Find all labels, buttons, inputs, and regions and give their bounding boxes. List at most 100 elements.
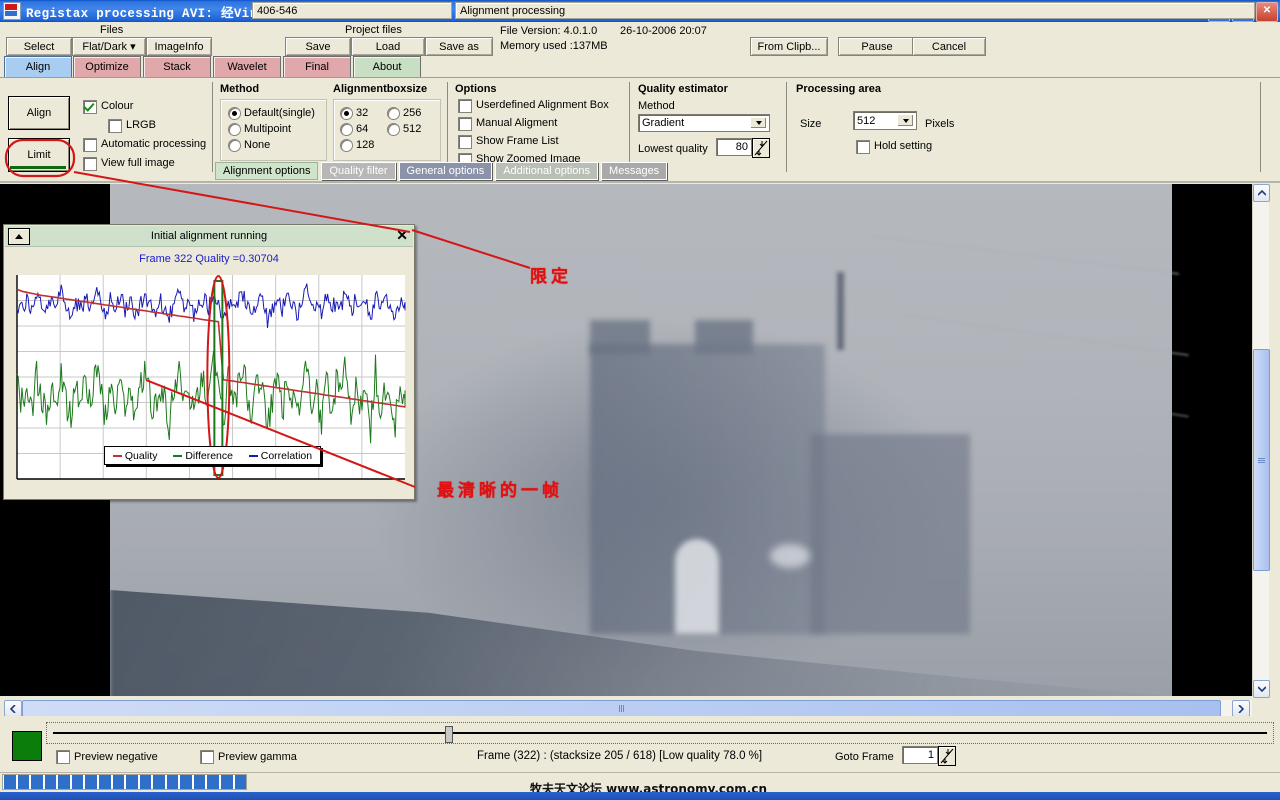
- annotation-limit: 限定: [530, 267, 572, 287]
- horizontal-scroll-thumb[interactable]: [22, 700, 1221, 717]
- inner-tab-messages[interactable]: Messages: [601, 162, 668, 180]
- inner-tab-quality-filter[interactable]: Quality filter: [321, 162, 396, 180]
- select-button[interactable]: Select: [6, 37, 72, 56]
- options-group-label: Options: [455, 83, 497, 95]
- lowest-quality-input[interactable]: 80: [716, 138, 752, 156]
- method-none-radio[interactable]: [228, 139, 241, 152]
- scroll-up-icon[interactable]: [1253, 184, 1270, 202]
- method-group-label: Method: [220, 83, 260, 95]
- method-none-label: None: [244, 139, 271, 151]
- status-range-cell: 406-546: [252, 2, 452, 19]
- processing-area-group-label: Processing area: [796, 83, 881, 95]
- tab-stack[interactable]: Stack: [143, 56, 211, 78]
- divider-4: [786, 82, 787, 172]
- dialog-close-icon[interactable]: ✕: [396, 227, 408, 243]
- divider-1: [212, 82, 213, 172]
- boxsize-32-radio[interactable]: [340, 107, 353, 120]
- scroll-right-icon[interactable]: [1232, 700, 1250, 717]
- panel-bottom-divider: [0, 181, 1280, 183]
- scroll-thumb-grip: [1258, 457, 1265, 463]
- boxsize-512-radio[interactable]: [387, 123, 400, 136]
- save-as-button[interactable]: Save as: [425, 37, 493, 56]
- scroll-down-icon[interactable]: [1253, 680, 1270, 698]
- colour-checkbox[interactable]: [83, 100, 97, 114]
- method-multipoint-label: Multipoint: [244, 123, 292, 135]
- quality-method-label: Method: [638, 100, 675, 112]
- hold-setting-checkbox[interactable]: [856, 140, 870, 154]
- legend-correlation-swatch: [248, 454, 258, 457]
- chevron-down-icon[interactable]: [750, 117, 767, 129]
- legend-difference: Difference: [173, 450, 233, 462]
- goto-frame-spinner[interactable]: [938, 746, 956, 766]
- tab-about[interactable]: About: [353, 56, 421, 78]
- frame-slider-knob[interactable]: [445, 726, 453, 743]
- lowest-quality-label: Lowest quality: [638, 143, 708, 155]
- close-button[interactable]: ✕: [1256, 2, 1278, 22]
- color-swatch[interactable]: [12, 731, 42, 761]
- inner-tab-additional-options[interactable]: Additional options: [495, 162, 599, 180]
- image-info-button[interactable]: ImageInfo: [146, 37, 212, 56]
- preview-gamma-label: Preview gamma: [218, 751, 297, 763]
- antenna-pole: [837, 272, 844, 350]
- goto-frame-input[interactable]: 1: [902, 746, 938, 764]
- preview-negative-checkbox[interactable]: [56, 750, 70, 764]
- divider-5: [1260, 82, 1261, 172]
- manual-aligment-checkbox[interactable]: [458, 117, 472, 131]
- boxsize-64-radio[interactable]: [340, 123, 353, 136]
- userdefined-alignment-box-checkbox[interactable]: [458, 99, 472, 113]
- windows-taskbar: [0, 792, 1280, 800]
- alignment-progress-dialog[interactable]: Initial alignment running ✕ Frame 322 Qu…: [3, 224, 415, 500]
- lrgb-checkbox[interactable]: [108, 119, 122, 133]
- quality-method-value: Gradient: [642, 117, 685, 129]
- progress-bar: [2, 774, 247, 790]
- tab-align[interactable]: Align: [4, 56, 72, 78]
- inner-tab-general-options[interactable]: General options: [398, 162, 493, 180]
- status-message-cell: Alignment processing: [455, 2, 1255, 19]
- boxsize-512-label: 512: [403, 123, 422, 135]
- viewer-vertical-scrollbar[interactable]: [1252, 184, 1270, 698]
- processing-size-label: Size: [800, 118, 822, 130]
- chevron-down-icon-2[interactable]: [897, 114, 914, 127]
- quality-method-combobox[interactable]: Gradient: [638, 114, 770, 132]
- tab-wavelet[interactable]: Wavelet: [213, 56, 281, 78]
- tab-final[interactable]: Final: [283, 56, 351, 78]
- view-full-image-checkbox[interactable]: [83, 157, 97, 171]
- frame-slider[interactable]: [46, 722, 1274, 744]
- timestamp-label: 26-10-2006 20:07: [620, 25, 707, 37]
- legend-correlation-label: Correlation: [260, 449, 313, 462]
- inner-tab-alignment-options[interactable]: Alignment options: [215, 162, 319, 180]
- goto-frame-label: Goto Frame: [835, 751, 894, 763]
- flat-dark-dropdown-button[interactable]: Flat/Dark ▾: [72, 37, 146, 56]
- show-frame-list-checkbox[interactable]: [458, 135, 472, 149]
- userdefined-alignment-box-label: Userdefined Alignment Box: [476, 99, 609, 111]
- tab-optimize[interactable]: Optimize: [73, 56, 141, 78]
- automatic-processing-checkbox[interactable]: [83, 138, 97, 152]
- cancel-button[interactable]: Cancel: [912, 37, 986, 56]
- method-multipoint-radio[interactable]: [228, 123, 241, 136]
- processing-size-combobox[interactable]: 512: [853, 111, 917, 130]
- save-button[interactable]: Save: [285, 37, 351, 56]
- align-button[interactable]: Align: [8, 96, 70, 130]
- from-clipboard-button[interactable]: From Clipb...: [750, 37, 828, 56]
- quality-estimator-group-label: Quality estimator: [638, 83, 728, 95]
- memory-used-label: Memory used :137MB: [500, 40, 608, 52]
- boxsize-256-radio[interactable]: [387, 107, 400, 120]
- legend-quality-swatch: [112, 454, 122, 457]
- automatic-processing-label: Automatic processing: [101, 138, 207, 150]
- method-default-radio[interactable]: [228, 107, 241, 120]
- lowest-quality-spinner[interactable]: [752, 138, 770, 158]
- project-files-group-label: Project files: [345, 24, 402, 36]
- app-icon: [3, 2, 21, 20]
- boxsize-128-radio[interactable]: [340, 139, 353, 152]
- vertical-scroll-thumb[interactable]: [1253, 349, 1270, 571]
- boxsize-256-label: 256: [403, 107, 422, 119]
- preview-gamma-checkbox[interactable]: [200, 750, 214, 764]
- inner-tab-bar: Alignment options Quality filter General…: [215, 162, 668, 180]
- load-button[interactable]: Load: [351, 37, 425, 56]
- pause-button[interactable]: Pause: [838, 37, 916, 56]
- preview-negative-label: Preview negative: [74, 751, 158, 763]
- h-scroll-thumb-grip: [619, 705, 624, 712]
- rollup-button[interactable]: [8, 228, 30, 245]
- scroll-left-icon[interactable]: [4, 700, 22, 717]
- viewer-horizontal-scrollbar[interactable]: [4, 700, 1252, 717]
